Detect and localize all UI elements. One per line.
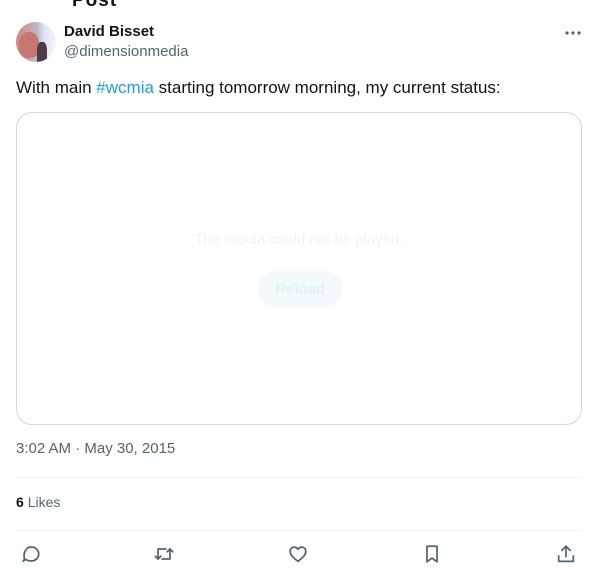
tweet-text: With main #wcmia starting tomorrow morni… xyxy=(16,77,582,99)
likes-stat[interactable]: 6 Likes xyxy=(16,494,60,510)
tweet-text-after: starting tomorrow morning, my current st… xyxy=(153,78,501,97)
tweet-timestamp[interactable]: 3:02 AM · May 30, 2015 xyxy=(16,440,175,457)
tweet-text-before: With main xyxy=(16,78,97,97)
more-icon[interactable] xyxy=(564,24,582,42)
reload-button[interactable]: Reload xyxy=(258,271,342,307)
avatar[interactable] xyxy=(16,22,56,62)
author-handle[interactable]: @dimensionmedia xyxy=(64,43,188,60)
likes-label: Likes xyxy=(27,494,61,510)
divider xyxy=(16,530,582,531)
hashtag-link[interactable]: #wcmia xyxy=(96,78,154,97)
divider xyxy=(16,477,582,478)
media-player[interactable]: The media could not be played. Reload xyxy=(16,112,582,425)
likes-count: 6 xyxy=(16,494,24,510)
share-icon[interactable] xyxy=(553,541,579,567)
tweet-header: David Bisset @dimensionmedia xyxy=(16,22,582,64)
action-bar xyxy=(16,541,582,567)
media-error-message: The media could not be played. xyxy=(194,231,404,248)
bookmark-icon[interactable] xyxy=(419,541,445,567)
like-icon[interactable] xyxy=(285,541,311,567)
page-header-title: Post xyxy=(72,0,118,11)
retweet-icon[interactable] xyxy=(151,541,177,567)
author-name[interactable]: David Bisset xyxy=(64,23,154,40)
reply-icon[interactable] xyxy=(18,541,44,567)
